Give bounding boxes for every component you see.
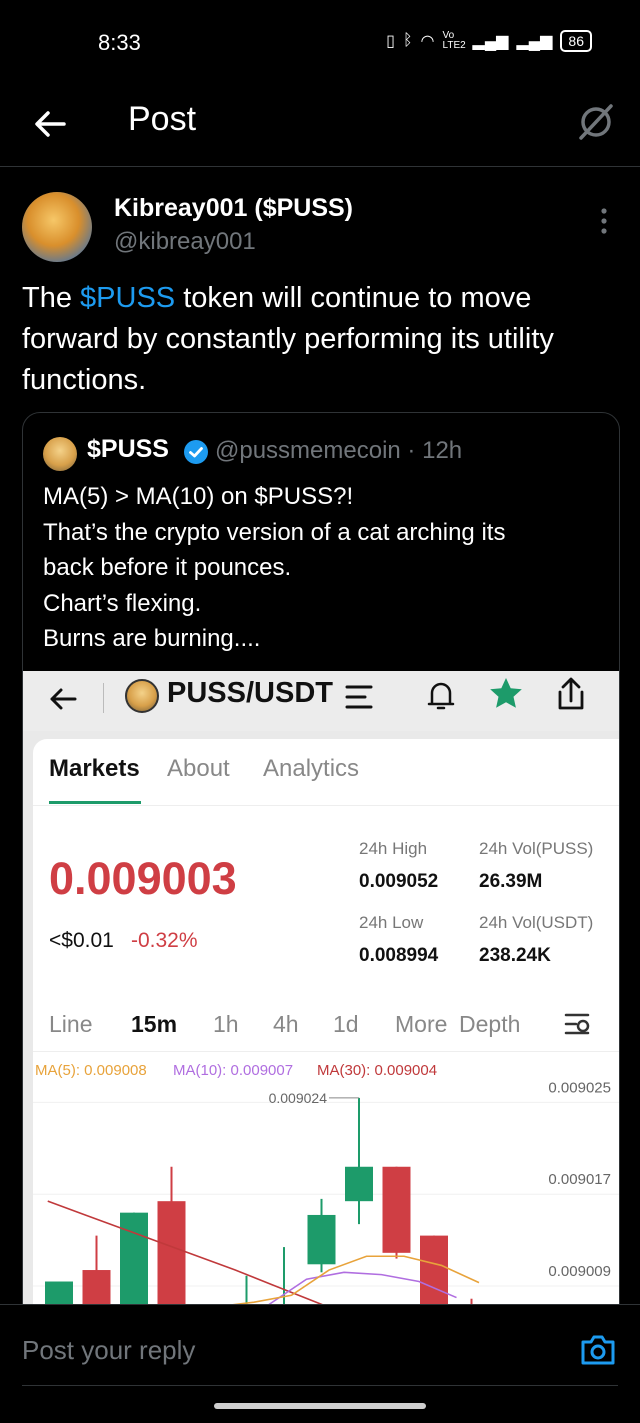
- vol-puss-label: 24h Vol(PUSS): [479, 839, 594, 858]
- interval-line: Line: [49, 1011, 93, 1037]
- wifi-icon: ◠: [420, 33, 435, 50]
- status-bar: 8:33 ▯ ᛒ ◠ Vo LTE2 ▂▄▆ ▂▄▆ 86: [0, 0, 640, 86]
- chart-settings-icon: [564, 1013, 590, 1035]
- bell-icon: [427, 682, 455, 710]
- active-tab-indicator: [49, 801, 141, 804]
- quote-avatar: [43, 437, 77, 471]
- verified-badge-icon: [184, 440, 208, 464]
- cashtag-link[interactable]: $PUSS: [80, 282, 175, 314]
- quote-line: MA(5) > MA(10) on $PUSS?!: [43, 483, 354, 510]
- grok-button[interactable]: [574, 100, 618, 144]
- candle-up: [345, 1166, 373, 1202]
- share-icon: [558, 677, 584, 710]
- quote-line: Burns are burning....: [43, 625, 261, 652]
- author-name[interactable]: Kibreay001 ($PUSS): [114, 194, 353, 223]
- quote-handle-time: @pussmemecoin · 12h: [215, 437, 463, 464]
- y-tick-label: 0.009025: [548, 1079, 611, 1096]
- grok-icon: [579, 104, 613, 140]
- divider: [22, 1385, 618, 1386]
- low-value: 0.008994: [359, 945, 439, 966]
- candle-down: [382, 1166, 411, 1253]
- camera-button[interactable]: [580, 1333, 616, 1367]
- divider: [103, 683, 104, 713]
- market-panel: Markets About Analytics 0.009003 <$0.01 …: [33, 739, 619, 1393]
- exchange-screenshot[interactable]: PUSS/USDT Markets About Analytics 0.0090…: [23, 671, 619, 1393]
- back-button[interactable]: [28, 102, 72, 146]
- y-tick-label: 0.009017: [548, 1171, 611, 1188]
- quote-author-name: $PUSS: [87, 435, 169, 463]
- vibrate-icon: ▯: [386, 33, 395, 50]
- usd-price: <$0.01: [49, 929, 114, 952]
- network-label: Vo LTE2: [442, 30, 466, 51]
- home-indicator[interactable]: [214, 1403, 426, 1409]
- vol-puss-value: 26.39M: [479, 871, 543, 892]
- vol-usdt-value: 238.24K: [479, 945, 551, 966]
- post-text-before: The: [22, 282, 81, 314]
- battery-indicator: 86: [560, 30, 592, 52]
- interval-depth: Depth: [459, 1011, 521, 1037]
- trading-pair: PUSS/USDT: [167, 677, 333, 709]
- tab-analytics: Analytics: [263, 755, 360, 782]
- high-value: 0.009052: [359, 871, 439, 892]
- interval-15m: 15m: [131, 1011, 178, 1037]
- interval-1h: 1h: [213, 1011, 239, 1037]
- quote-line: That’s the crypto version of a cat archi…: [43, 518, 506, 546]
- interval-more: More: [395, 1011, 447, 1037]
- interval-4h: 4h: [273, 1011, 299, 1037]
- more-options-button[interactable]: [594, 206, 614, 236]
- post-text: The $PUSS token will continue to move fo…: [22, 278, 622, 401]
- coin-logo: [125, 679, 159, 713]
- quote-line: back before it pounces.: [43, 554, 292, 581]
- arrow-left-icon: [35, 111, 66, 137]
- signal-icon-2: ▂▄▆: [516, 33, 553, 50]
- star-icon: [490, 678, 522, 708]
- current-price: 0.009003: [49, 853, 237, 904]
- y-tick-label: 0.009009: [548, 1263, 611, 1280]
- author-avatar[interactable]: [22, 192, 92, 262]
- page-title: Post: [128, 100, 197, 138]
- candle-up: [307, 1214, 336, 1265]
- price-change: -0.32%: [131, 929, 198, 952]
- high-label: 24h High: [359, 839, 428, 858]
- arrow-left-icon: [50, 688, 77, 710]
- menu-icon: [345, 685, 373, 709]
- exchange-header: PUSS/USDT: [23, 671, 619, 731]
- high-annotation-label: 0.009024: [269, 1090, 328, 1106]
- signal-icon: ▂▄▆: [472, 33, 509, 50]
- quote-line: Chart’s flexing.: [43, 589, 202, 617]
- status-time: 8:33: [98, 30, 141, 55]
- low-label: 24h Low: [359, 913, 424, 932]
- tab-about: About: [167, 755, 230, 782]
- top-bar: Post: [0, 86, 640, 167]
- camera-icon: [581, 1335, 615, 1365]
- vol-usdt-label: 24h Vol(USDT): [479, 913, 594, 932]
- divider: [33, 805, 619, 806]
- reply-input[interactable]: Post your reply: [22, 1335, 195, 1366]
- more-vertical-icon: [601, 208, 607, 234]
- interval-1d: 1d: [333, 1011, 359, 1037]
- bluetooth-icon: ᛒ: [402, 32, 413, 49]
- quoted-post[interactable]: $PUSS @pussmemecoin · 12h MA(5) > MA(10)…: [22, 412, 620, 1394]
- tab-markets: Markets: [49, 755, 140, 782]
- quote-text: MA(5) > MA(10) on $PUSS?! That’s the cry…: [43, 479, 603, 657]
- author-handle[interactable]: @kibreay001: [114, 228, 256, 256]
- status-icons: ▯ ᛒ ◠ Vo LTE2 ▂▄▆ ▂▄▆ 86: [386, 30, 592, 52]
